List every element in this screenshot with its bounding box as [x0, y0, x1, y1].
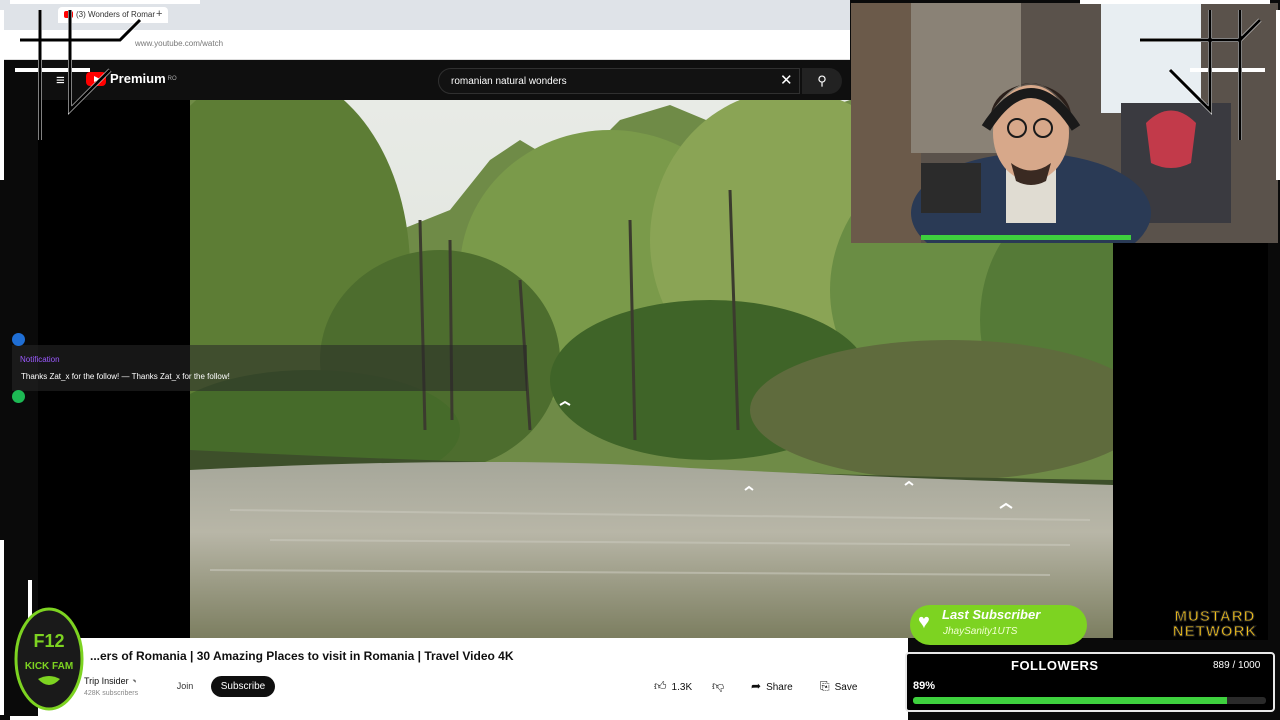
address-bar[interactable]: www.youtube.com/watch — [0, 30, 850, 60]
url-text: www.youtube.com/watch — [135, 39, 224, 48]
menu-icon[interactable]: ≡ — [56, 72, 65, 89]
notification-title: Notification — [20, 355, 60, 364]
tab-title: (3) Wonders of Romar — [76, 10, 155, 19]
last-subscriber-title: Last Subscriber — [942, 607, 1041, 622]
webcam-feed — [851, 3, 1278, 243]
close-icon[interactable]: ✕ — [780, 71, 793, 89]
notification-text: Thanks Zat_x for the follow! — Thanks Za… — [21, 372, 230, 381]
youtube-header: ≡ Premium RO ✕ ⚲ — [38, 60, 850, 100]
followers-progress-track — [913, 697, 1266, 704]
messenger-icon[interactable] — [12, 333, 25, 346]
followers-percent: 89% — [913, 680, 936, 692]
notification-toast — [12, 345, 527, 391]
browser-tab[interactable]: (3) Wonders of Romar — [58, 7, 168, 23]
youtube-logo[interactable]: Premium RO — [86, 71, 177, 86]
webcam-image — [851, 3, 1278, 243]
spotify-icon[interactable] — [12, 390, 25, 403]
new-tab-icon[interactable]: + — [156, 8, 162, 20]
youtube-favicon-icon — [64, 11, 73, 19]
page-right-area — [1113, 243, 1268, 640]
like-icon: 👍︎ — [654, 679, 667, 693]
youtube-play-icon — [86, 71, 106, 86]
badge-text-2: KICK FAM — [25, 661, 73, 672]
followers-progress-fill — [913, 697, 1227, 704]
channel-name[interactable]: Trip Insider ● — [84, 676, 137, 686]
logo-text: Premium — [110, 71, 166, 86]
search-input[interactable] — [438, 68, 800, 94]
f12-kick-fam-badge: F12 KICK FAM — [14, 607, 84, 711]
dislike-button[interactable]: 👎︎ — [712, 676, 729, 697]
video-title: ...ers of Romania | 30 Amazing Places to… — [90, 649, 514, 663]
share-button[interactable]: ➦ Share — [751, 676, 793, 697]
save-icon: ⎘ — [820, 679, 830, 693]
search-button[interactable]: ⚲ — [802, 68, 842, 94]
share-icon: ➦ — [751, 679, 762, 693]
save-button[interactable]: ⎘ Save — [820, 676, 857, 697]
join-button[interactable]: Join — [170, 676, 200, 696]
last-subscriber-name: JhaySanity1UTS — [943, 626, 1018, 637]
stream-screen: (3) Wonders of Romar + www.youtube.com/w… — [0, 0, 1280, 720]
logo-region: RO — [167, 75, 177, 82]
brand-line-2: NETWORK — [1172, 623, 1258, 640]
followers-label: FOLLOWERS — [1011, 658, 1099, 673]
dislike-icon: 👎︎ — [712, 679, 725, 693]
subscriber-count: 428K subscribers — [84, 690, 139, 697]
followers-count: 889 / 1000 — [1213, 660, 1261, 671]
mustard-network-logo: MUSTARD NETWORK — [1156, 609, 1274, 641]
heart-icon: ♥ — [918, 611, 930, 633]
browser-tab-bar: (3) Wonders of Romar + — [0, 0, 850, 30]
subscribe-button[interactable]: Subscribe — [211, 676, 275, 697]
search-icon: ⚲ — [817, 73, 827, 88]
verified-icon: ● — [131, 676, 137, 686]
badge-text-1: F12 — [33, 631, 64, 651]
like-button[interactable]: 👍︎ 1.3K — [654, 676, 692, 697]
brand-line-1: MUSTARD — [1174, 608, 1256, 625]
